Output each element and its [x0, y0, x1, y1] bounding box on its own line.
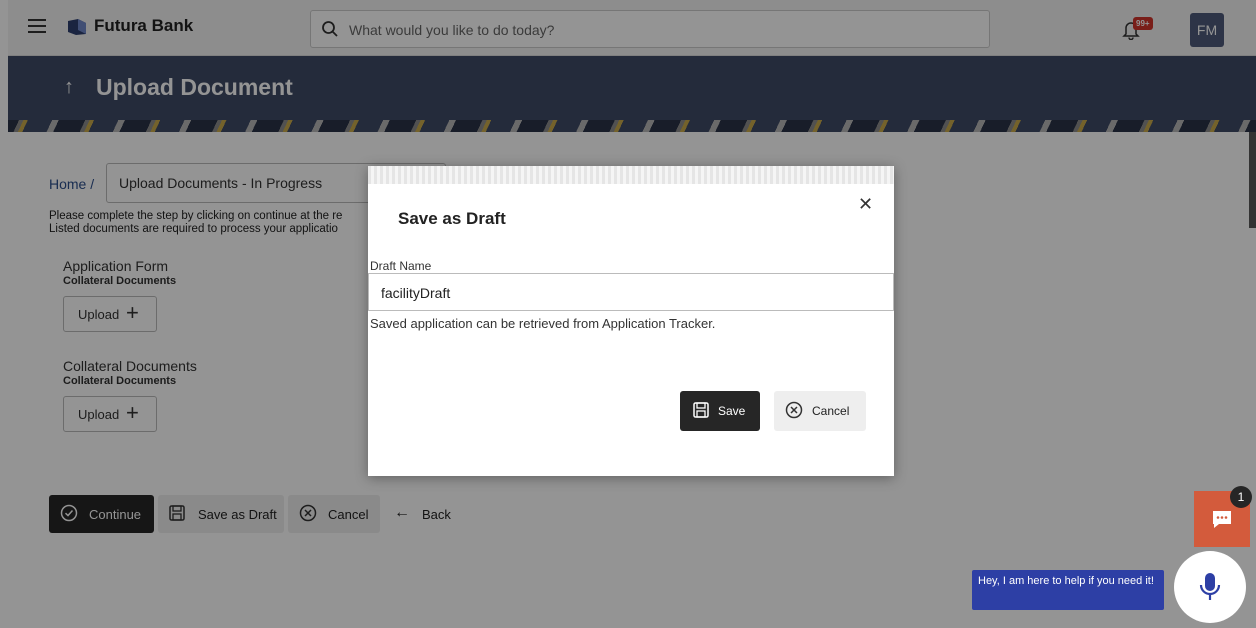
- chat-bubble-icon: [1213, 511, 1231, 528]
- dialog-title: Save as Draft: [398, 209, 506, 228]
- draft-name-field[interactable]: facilityDraft: [368, 273, 894, 311]
- dialog-save-label: Save: [718, 404, 746, 418]
- scrollbar-thumb[interactable]: [1249, 132, 1256, 228]
- dialog-header-decoration: [368, 166, 894, 184]
- microphone-icon: [1199, 573, 1221, 600]
- chat-unread-badge: 1: [1230, 486, 1252, 508]
- dialog-cancel-label: Cancel: [812, 404, 850, 418]
- draft-hint-text: Saved application can be retrieved from …: [370, 316, 716, 331]
- voice-assistant-button[interactable]: [1174, 551, 1246, 623]
- dialog-save-button[interactable]: Save: [680, 391, 760, 431]
- save-icon: [693, 402, 709, 418]
- close-icon[interactable]: ✕: [858, 194, 873, 215]
- dialog-cancel-button[interactable]: Cancel: [774, 391, 866, 431]
- close-circle-icon: [785, 401, 803, 419]
- draft-name-label: Draft Name: [370, 259, 432, 273]
- save-as-draft-dialog: Save as Draft ✕ Draft Name facilityDraft…: [368, 166, 894, 476]
- assistant-hint-bubble: Hey, I am here to help if you need it!: [972, 570, 1164, 610]
